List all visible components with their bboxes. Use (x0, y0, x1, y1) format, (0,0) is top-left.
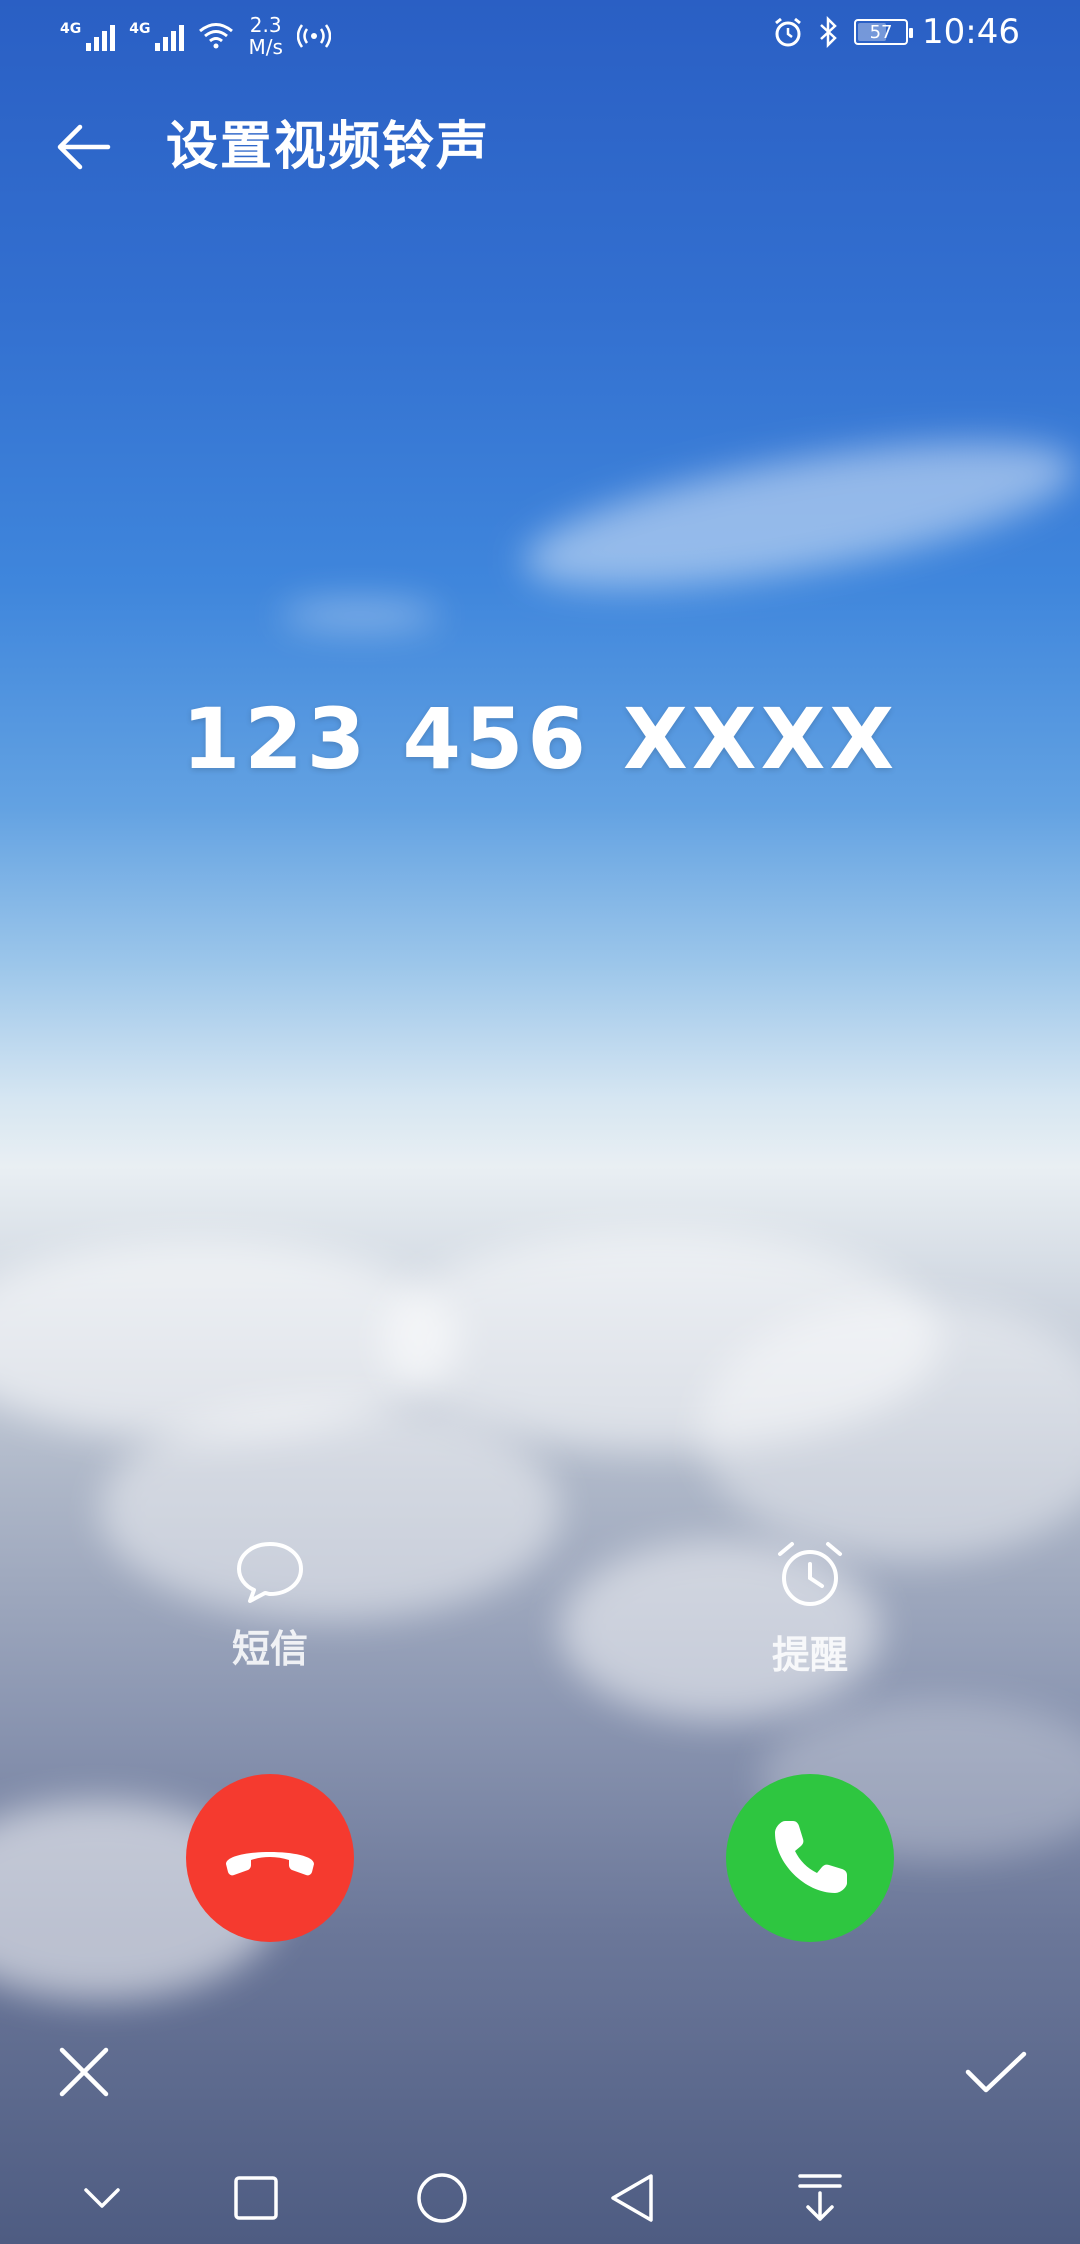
navigation-bar (0, 2150, 1080, 2244)
signal-label: 4G (129, 21, 151, 37)
signal-strength-icon: 4G (60, 21, 116, 51)
incoming-call-preview: 4G 4G 2.3 M/s 57 10:46 设置视频铃声 123 456 XX… (0, 0, 1080, 2244)
network-speed: 2.3 M/s (248, 14, 282, 58)
nav-notification-button[interactable] (788, 2166, 852, 2230)
page-title: 设置视频铃声 (166, 117, 491, 177)
battery-level: 57 (869, 21, 893, 43)
message-label: 短信 (231, 1627, 308, 1671)
hotspot-icon (296, 24, 331, 48)
signal-strength-icon: 4G (129, 21, 185, 51)
back-button[interactable] (48, 112, 118, 182)
caller-number: 123 456 XXXX (181, 690, 899, 788)
chevron-down-icon (84, 2188, 120, 2208)
nav-recents-button[interactable] (224, 2166, 288, 2230)
reminder-label: 提醒 (771, 1633, 848, 1677)
reminder-action[interactable]: 提醒 (720, 1540, 900, 1679)
cloud-decoration (514, 412, 1080, 618)
clock: 10:46 (922, 12, 1020, 52)
triangle-back-icon (611, 2174, 653, 2222)
speed-value: 2.3 (249, 13, 282, 37)
cloud-decoration (280, 600, 440, 630)
phone-hangup-icon (226, 1852, 314, 1876)
pull-down-icon (798, 2174, 842, 2221)
phone-icon (775, 1821, 847, 1893)
wifi-icon (199, 23, 234, 49)
chat-bubble-icon (237, 1542, 303, 1603)
battery-icon: 57 (854, 19, 914, 45)
status-bar: 4G 4G 2.3 M/s 57 10:46 (0, 0, 1080, 70)
check-icon (965, 2051, 1027, 2093)
nav-back-button[interactable] (600, 2166, 664, 2230)
square-icon (234, 2176, 278, 2220)
alarm-icon (775, 17, 801, 47)
message-action[interactable]: 短信 (180, 1540, 360, 1673)
alarm-clock-icon (778, 1542, 842, 1606)
arrow-left-icon (57, 124, 111, 170)
nav-home-button[interactable] (410, 2166, 474, 2230)
signal-label: 4G (60, 21, 82, 37)
confirm-button[interactable] (958, 2038, 1034, 2106)
close-icon (59, 2047, 109, 2097)
bluetooth-icon (820, 16, 837, 48)
speed-unit: M/s (248, 35, 283, 59)
cancel-button[interactable] (50, 2038, 118, 2106)
decline-call-button[interactable] (186, 1774, 354, 1942)
nav-hide-button[interactable] (70, 2166, 134, 2230)
circle-icon (417, 2173, 467, 2223)
answer-call-button[interactable] (726, 1774, 894, 1942)
